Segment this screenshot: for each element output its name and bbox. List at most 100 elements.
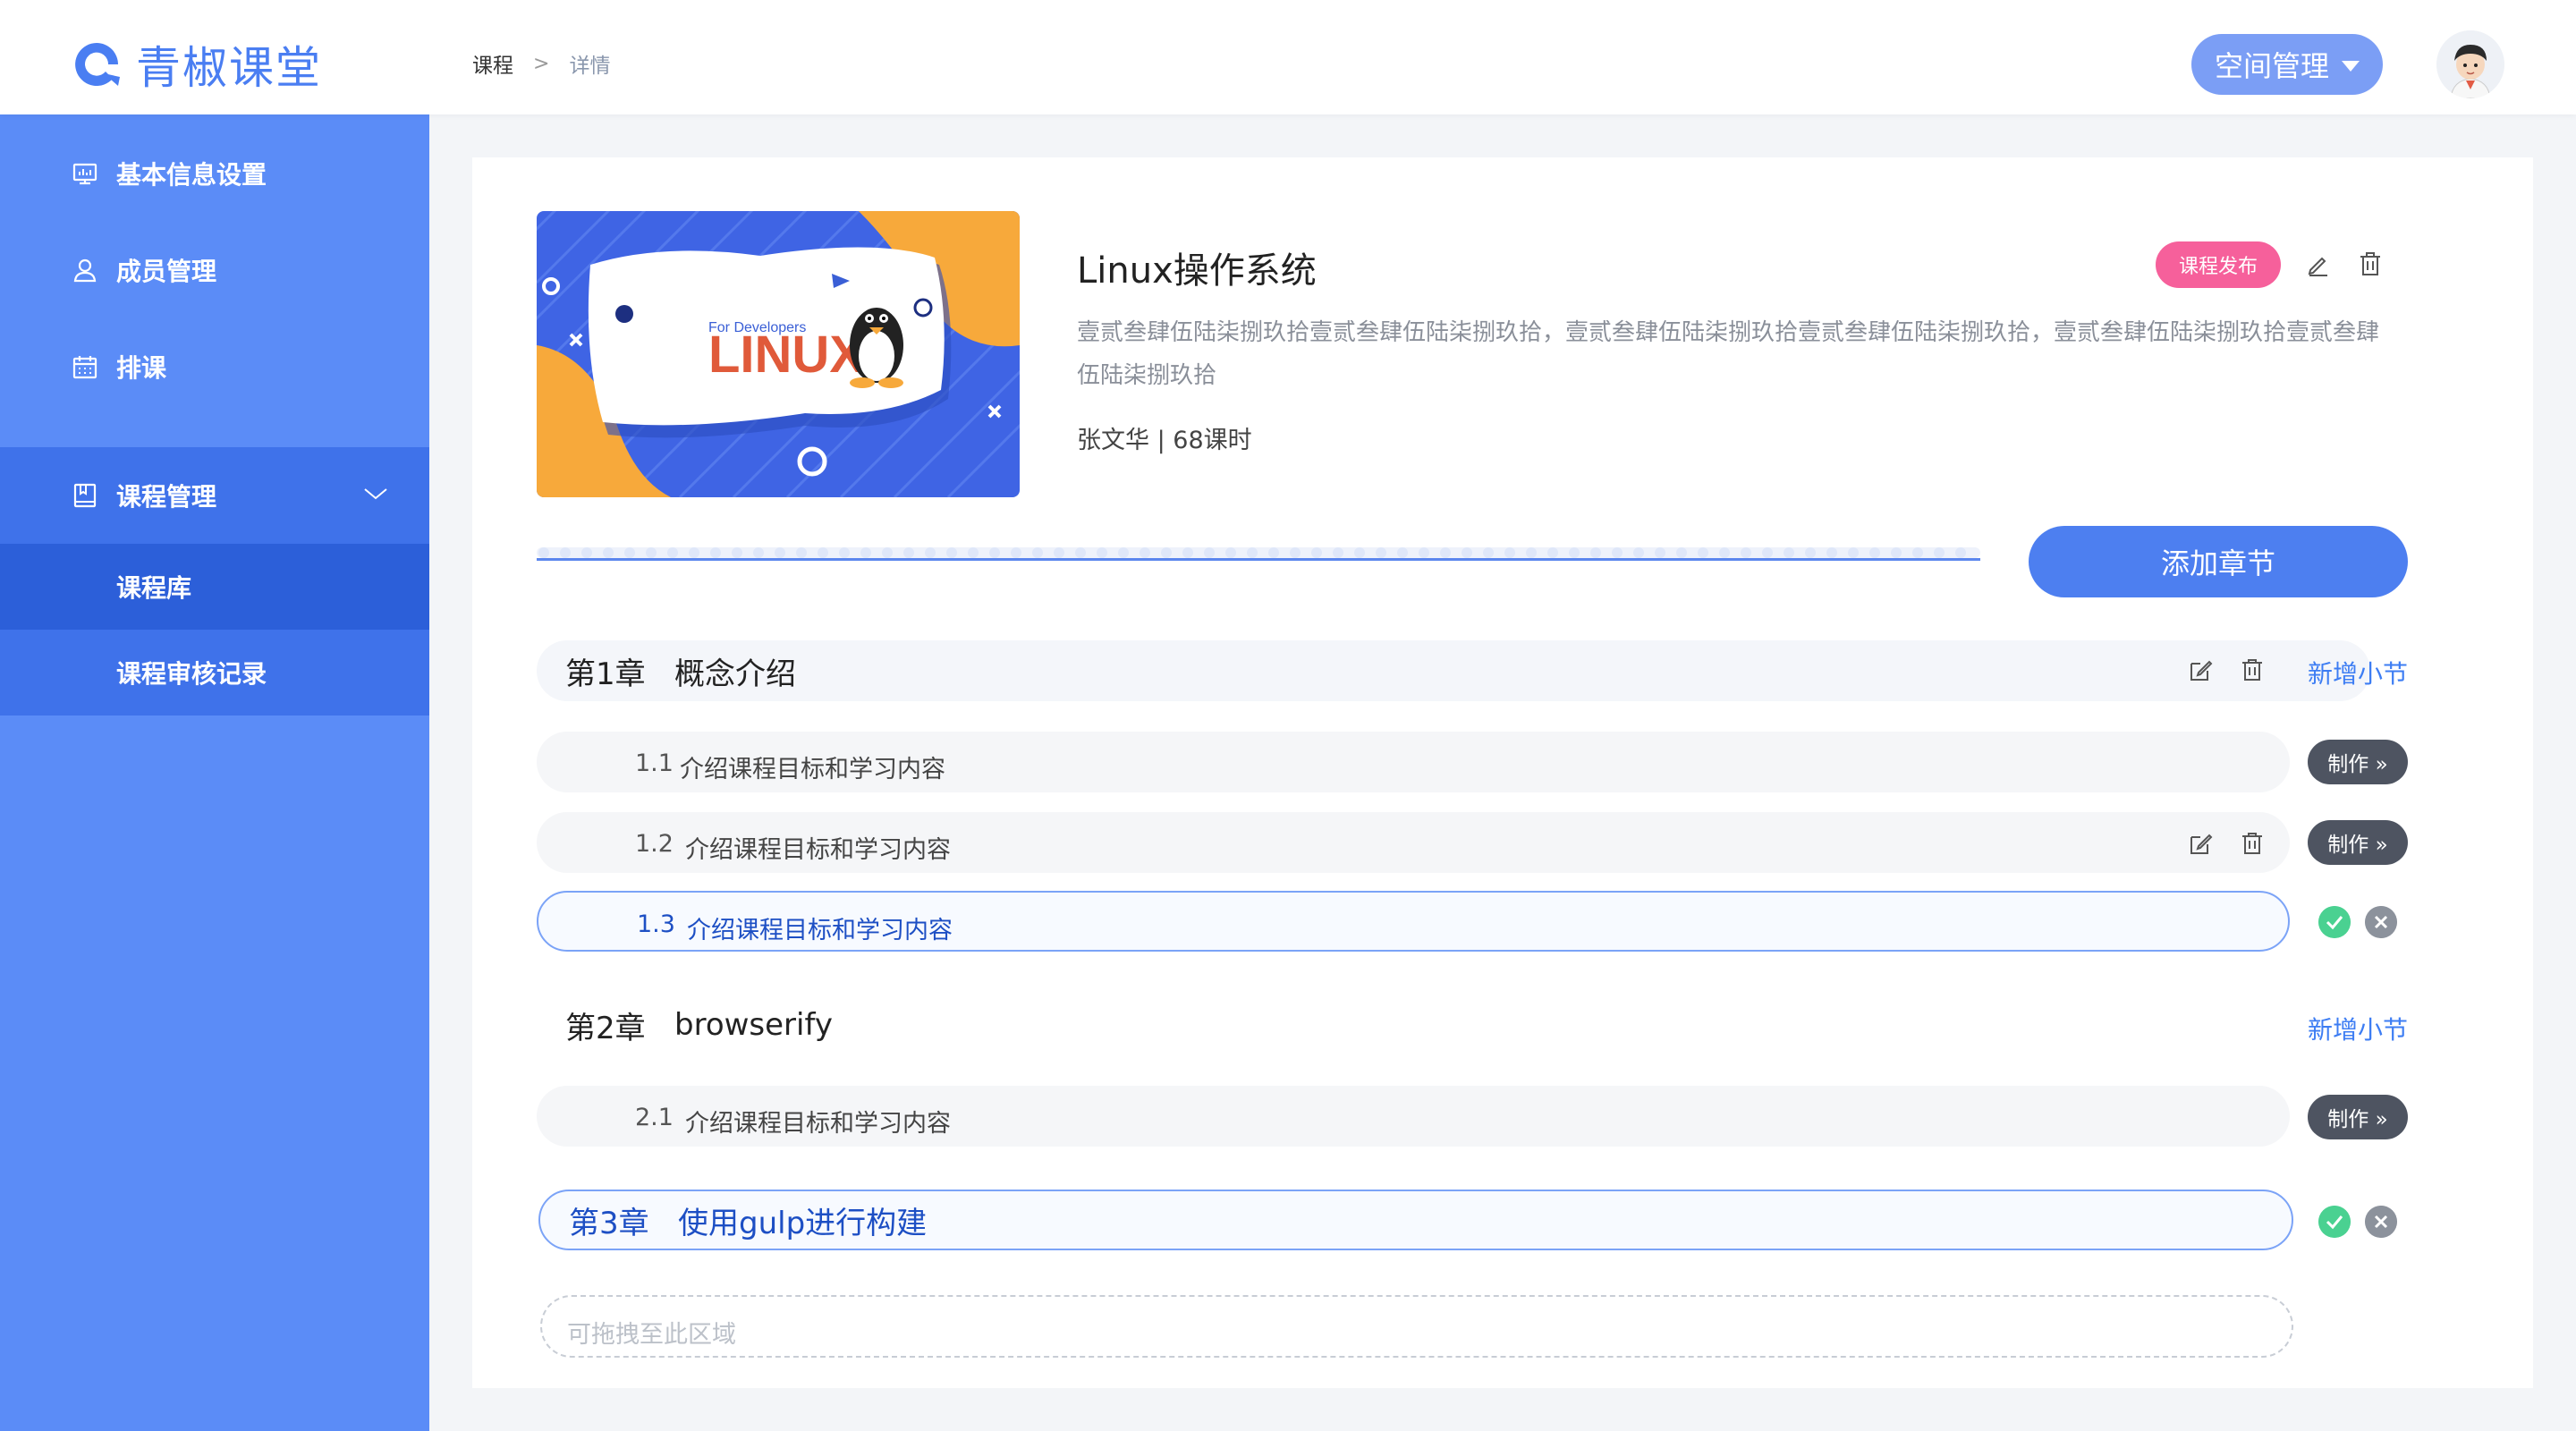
add-section-link[interactable]: 新增小节 (2308, 655, 2408, 690)
chapter-title: browserify (674, 1007, 833, 1043)
chapter-row[interactable]: 第1章 概念介绍 (537, 640, 2370, 701)
progress-dot (1569, 547, 1580, 558)
progress-dot (1333, 547, 1343, 558)
progress-dot (1676, 547, 1687, 558)
sidebar-item-members[interactable]: 成员管理 (0, 222, 429, 318)
progress-dot (1397, 547, 1408, 558)
sidebar-subitem-course-library[interactable]: 课程库 (0, 544, 429, 630)
logo-text: 青椒课堂 (136, 42, 322, 94)
logo[interactable]: 青椒课堂 (70, 32, 322, 97)
caret-down-icon (2342, 61, 2360, 72)
progress-dot (1526, 547, 1537, 558)
make-button[interactable]: 制作 » (2308, 820, 2408, 865)
calendar-icon (72, 356, 97, 379)
progress-dot (1376, 547, 1386, 558)
section-title: 介绍课程目标和学习内容 (680, 756, 945, 783)
course-title: Linux操作系统 (1077, 250, 1317, 292)
make-button[interactable]: 制作 » (2308, 1095, 2408, 1139)
avatar[interactable] (2436, 30, 2504, 98)
edit-icon[interactable] (2188, 658, 2213, 683)
make-button-label: 制作 » (2327, 753, 2388, 776)
sidebar-item-label: 课程管理 (116, 482, 217, 512)
chapter-number: 第3章 (569, 1205, 649, 1241)
progress-dot (1419, 547, 1429, 558)
sidebar-item-label: 基本信息设置 (116, 160, 267, 190)
publish-course-button[interactable]: 课程发布 (2156, 241, 2281, 288)
chevron-down-icon (364, 488, 387, 500)
chapter-progress-track (537, 547, 1980, 561)
breadcrumb-course[interactable]: 课程 (472, 48, 513, 79)
trash-icon[interactable] (2240, 657, 2265, 682)
progress-dot (1290, 547, 1301, 558)
progress-dot (1869, 547, 1880, 558)
drop-zone[interactable]: 可拖拽至此区域 (540, 1295, 2293, 1358)
breadcrumb-separator: > (533, 52, 550, 75)
progress-dot (603, 547, 614, 558)
sidebar-subitem-label: 课程审核记录 (116, 659, 267, 689)
chapter-edit-input[interactable]: 第3章 使用gulp进行构建 (538, 1190, 2293, 1250)
chapter-row[interactable]: 第2章 browserify (537, 995, 2370, 1055)
section-number: 1.2 (635, 830, 674, 858)
sidebar-item-schedule[interactable]: 排课 (0, 318, 429, 415)
progress-dot (1440, 547, 1451, 558)
progress-dot (860, 547, 871, 558)
section-number: 2.1 (635, 1104, 674, 1131)
sidebar-item-course-management[interactable]: 课程管理 (0, 447, 429, 544)
progress-dot (1462, 547, 1472, 558)
cover-subtext: For Developers (708, 320, 806, 335)
progress-dot (1161, 547, 1172, 558)
sidebar-item-basic-info[interactable]: 基本信息设置 (0, 125, 429, 222)
section-title: 介绍课程目标和学习内容 (687, 917, 953, 944)
breadcrumb-detail: 详情 (569, 55, 611, 78)
progress-dot (1590, 547, 1601, 558)
progress-dot (1268, 547, 1279, 558)
progress-dot (581, 547, 592, 558)
section-row[interactable]: 2.1 介绍课程目标和学习内容 (537, 1086, 2290, 1147)
add-section-link[interactable]: 新增小节 (2308, 1011, 2408, 1046)
progress-dot (796, 547, 807, 558)
progress-dot (1011, 547, 1021, 558)
sidebar-subitem-review-records[interactable]: 课程审核记录 (0, 630, 429, 716)
progress-dot (689, 547, 699, 558)
progress-dot (882, 547, 893, 558)
progress-dot (968, 547, 979, 558)
space-management-button[interactable]: 空间管理 (2191, 34, 2383, 95)
chapter-number: 第1章 (565, 656, 646, 692)
progress-dot (1054, 547, 1064, 558)
confirm-check-icon[interactable] (2318, 1206, 2351, 1238)
section-row[interactable]: 1.2 介绍课程目标和学习内容 (537, 812, 2290, 873)
cancel-close-icon[interactable] (2365, 1206, 2397, 1238)
user-icon (73, 258, 97, 283)
progress-dot (1633, 547, 1644, 558)
chapter-title: 概念介绍 (674, 656, 796, 692)
progress-dot (1097, 547, 1107, 558)
confirm-check-icon[interactable] (2318, 906, 2351, 938)
book-icon (73, 483, 97, 508)
top-header: 青椒课堂 课程 > 详情 空间管理 (0, 0, 2576, 114)
sidebar-item-label: 排课 (116, 353, 167, 383)
make-button[interactable]: 制作 » (2308, 740, 2408, 784)
section-title: 介绍课程目标和学习内容 (685, 1110, 951, 1138)
add-chapter-label: 添加章节 (2160, 546, 2275, 580)
sidebar-item-label: 成员管理 (116, 257, 217, 286)
progress-dot (903, 547, 914, 558)
section-row[interactable]: 1.1 介绍课程目标和学习内容 (537, 732, 2290, 792)
edit-icon[interactable] (2188, 832, 2213, 857)
sidebar-subitem-label: 课程库 (116, 573, 192, 603)
progress-dot (1118, 547, 1129, 558)
progress-dot (1182, 547, 1193, 558)
section-edit-input[interactable]: 1.3 介绍课程目标和学习内容 (537, 891, 2290, 952)
progress-dot (1934, 547, 1945, 558)
trash-icon[interactable] (2240, 831, 2265, 856)
edit-icon[interactable] (2306, 252, 2331, 277)
trash-icon[interactable] (2358, 250, 2383, 277)
progress-dot (818, 547, 828, 558)
progress-dot (1848, 547, 1859, 558)
progress-dot (1741, 547, 1751, 558)
progress-dot (1955, 547, 1966, 558)
progress-dot (1247, 547, 1258, 558)
cancel-close-icon[interactable] (2365, 906, 2397, 938)
add-chapter-button[interactable]: 添加章节 (2029, 526, 2408, 597)
progress-dot (560, 547, 571, 558)
drop-zone-text: 可拖拽至此区域 (567, 1321, 736, 1349)
